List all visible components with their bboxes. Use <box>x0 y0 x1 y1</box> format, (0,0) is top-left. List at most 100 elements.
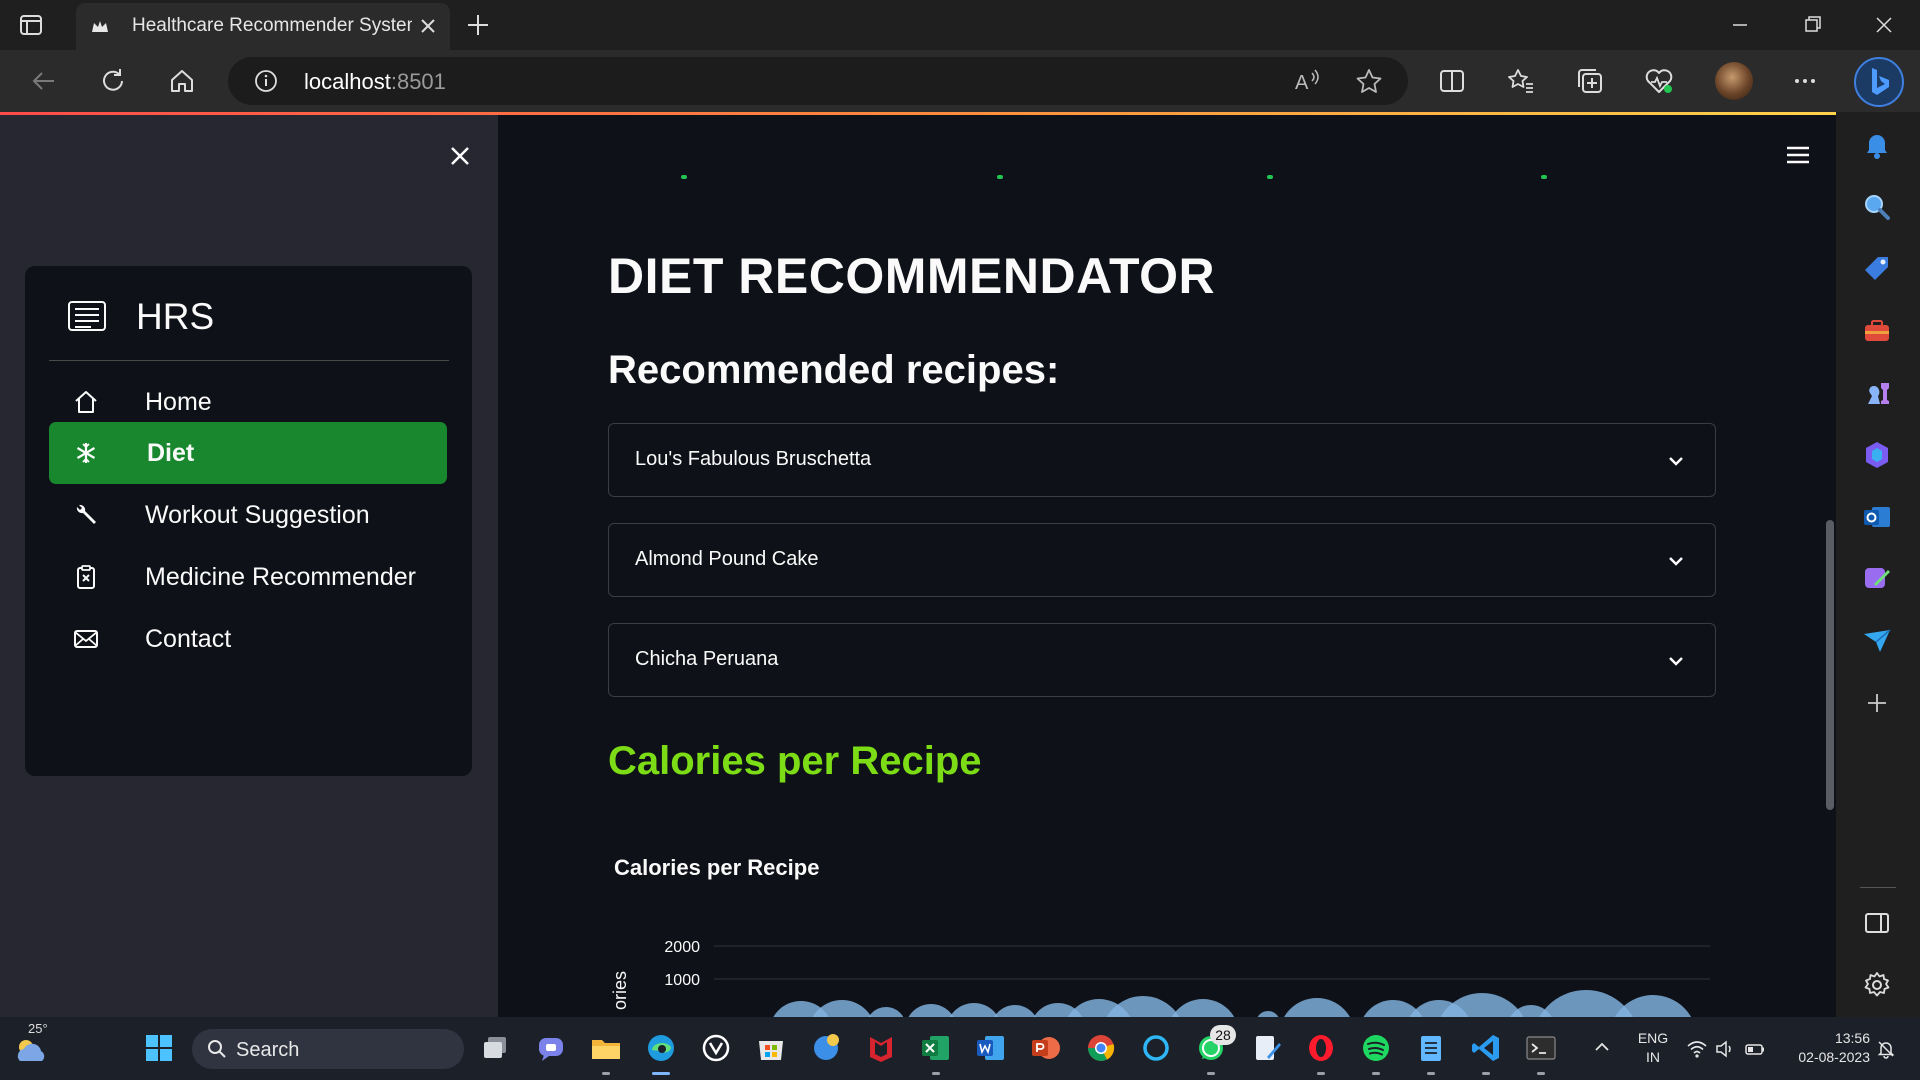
collections-icon[interactable] <box>1574 65 1606 97</box>
mcafee-icon[interactable] <box>864 1031 898 1065</box>
chevron-down-icon <box>1669 557 1683 566</box>
sidebar-item-medicine[interactable]: Medicine Recommender <box>49 546 447 608</box>
home-icon[interactable] <box>166 65 198 97</box>
restore-icon[interactable] <box>1798 12 1826 38</box>
tab-title: Healthcare Recommender System <box>132 15 412 36</box>
app-sidebar: HRS Home Diet Workout Suggestion Medicin… <box>0 115 498 1017</box>
edge-browser-icon[interactable] <box>644 1031 678 1065</box>
chrome-icon[interactable] <box>1084 1031 1118 1065</box>
recipe-expander[interactable]: Almond Pound Cake <box>608 523 1716 597</box>
bing-copilot-button[interactable] <box>1854 57 1904 107</box>
windows-start-icon[interactable] <box>142 1031 176 1065</box>
python-idle-icon[interactable] <box>809 1031 843 1065</box>
language-code: ENG <box>1637 1030 1669 1046</box>
search-label: Search <box>236 1039 300 1061</box>
page-scrollbar[interactable] <box>1826 520 1834 810</box>
sidebar-item-label: Home <box>145 388 212 416</box>
games-chess-icon[interactable] <box>1860 376 1894 410</box>
vscode-icon[interactable] <box>1469 1031 1503 1065</box>
weather-cloud-icon[interactable] <box>10 1031 54 1067</box>
designer-icon[interactable] <box>1860 562 1894 596</box>
chevron-down-icon <box>1669 657 1683 666</box>
bubble-mark[interactable] <box>991 1005 1039 1017</box>
hide-sidebar-icon[interactable] <box>1860 906 1894 940</box>
volume-icon[interactable] <box>1714 1039 1736 1059</box>
opera-icon[interactable] <box>1304 1031 1338 1065</box>
chevron-up-icon[interactable] <box>1592 1037 1612 1057</box>
powerpoint-icon[interactable] <box>1029 1031 1063 1065</box>
running-indicator <box>1427 1072 1435 1075</box>
notification-bell-icon[interactable] <box>1860 128 1894 162</box>
edge-sidebar <box>1836 112 1920 1017</box>
browser-tab-active[interactable]: Healthcare Recommender System <box>76 3 450 50</box>
url-text: localhost:8501 <box>304 69 446 94</box>
sidebar-item-workout[interactable]: Workout Suggestion <box>49 484 447 546</box>
house-icon <box>75 391 97 413</box>
send-plane-icon[interactable] <box>1860 624 1894 658</box>
add-sidebar-app-icon[interactable] <box>1860 686 1894 720</box>
refresh-icon[interactable] <box>97 65 129 97</box>
wifi-icon[interactable] <box>1686 1039 1708 1059</box>
wrench-icon <box>76 504 96 524</box>
bubble-mark[interactable] <box>866 1007 906 1017</box>
chatgpt-icon[interactable] <box>699 1031 733 1065</box>
file-explorer-icon[interactable] <box>589 1031 623 1065</box>
address-bar[interactable]: localhost:8501 A <box>228 57 1408 105</box>
spotify-icon[interactable] <box>1359 1031 1393 1065</box>
profile-avatar[interactable] <box>1715 62 1753 100</box>
bubble-mark[interactable] <box>946 1003 1002 1017</box>
microsoft-store-icon[interactable] <box>754 1031 788 1065</box>
recipe-expander[interactable]: Lou's Fabulous Bruschetta <box>608 423 1716 497</box>
terminal-icon[interactable] <box>1524 1031 1558 1065</box>
notepad-icon[interactable] <box>1414 1031 1448 1065</box>
bubble-mark[interactable] <box>1279 998 1355 1017</box>
main-menu-icon[interactable] <box>1784 143 1812 167</box>
battery-icon[interactable] <box>1744 1039 1766 1059</box>
sidebar-item-contact[interactable]: Contact <box>49 608 447 670</box>
menu-brand: HRS <box>136 296 215 337</box>
close-tab-icon[interactable] <box>416 14 440 38</box>
notepad-pen-icon[interactable] <box>1249 1031 1283 1065</box>
excel-icon[interactable] <box>919 1031 953 1065</box>
favorites-icon[interactable] <box>1505 65 1537 97</box>
bubble-mark[interactable] <box>1167 999 1239 1017</box>
split-screen-icon[interactable] <box>1436 65 1468 97</box>
browser-essentials-icon[interactable] <box>1643 65 1675 97</box>
shopping-tag-icon[interactable] <box>1860 252 1894 286</box>
close-sidebar-icon[interactable] <box>446 142 474 170</box>
more-options-icon[interactable] <box>1789 65 1821 97</box>
outlook-icon[interactable] <box>1860 500 1894 534</box>
chart-plot-area: ories 2000 1000 <box>610 939 1710 1017</box>
settings-gear-icon[interactable] <box>1860 968 1894 1002</box>
recipe-expander[interactable]: Chicha Peruana <box>608 623 1716 697</box>
snowflake-icon <box>76 443 96 463</box>
running-indicator <box>652 1072 670 1075</box>
site-info-icon[interactable] <box>254 69 278 93</box>
language-region: IN <box>1646 1049 1660 1065</box>
word-icon[interactable] <box>974 1031 1008 1065</box>
new-tab-icon[interactable] <box>464 11 492 39</box>
task-view-icon[interactable] <box>479 1031 513 1065</box>
running-indicator <box>932 1072 940 1075</box>
tools-briefcase-icon[interactable] <box>1860 314 1894 348</box>
browser-toolbar: localhost:8501 A <box>0 50 1920 112</box>
bubble-mark[interactable] <box>905 1004 957 1017</box>
back-icon[interactable] <box>28 65 60 97</box>
menu-header: HRS <box>25 266 472 361</box>
sidebar-item-diet[interactable]: Diet <box>49 422 447 484</box>
running-indicator <box>1372 1072 1380 1075</box>
minimize-icon[interactable] <box>1726 12 1754 38</box>
taskbar-search[interactable]: Search <box>192 1029 464 1069</box>
language-indicator[interactable]: ENG IN <box>1634 1029 1672 1067</box>
read-aloud-icon[interactable]: A <box>1292 67 1322 95</box>
system-clock[interactable]: 13:56 02-08-2023 <box>1780 1029 1870 1067</box>
cortana-icon[interactable] <box>1139 1031 1173 1065</box>
microsoft-365-icon[interactable] <box>1860 438 1894 472</box>
notification-center-icon[interactable] <box>1876 1039 1896 1059</box>
close-window-icon[interactable] <box>1870 12 1898 38</box>
search-sidebar-icon[interactable] <box>1860 190 1894 224</box>
sidebar-item-label: Workout Suggestion <box>145 501 370 529</box>
tab-actions-icon[interactable] <box>18 12 44 38</box>
teams-chat-icon[interactable] <box>534 1031 568 1065</box>
favorite-star-icon[interactable] <box>1354 67 1384 95</box>
